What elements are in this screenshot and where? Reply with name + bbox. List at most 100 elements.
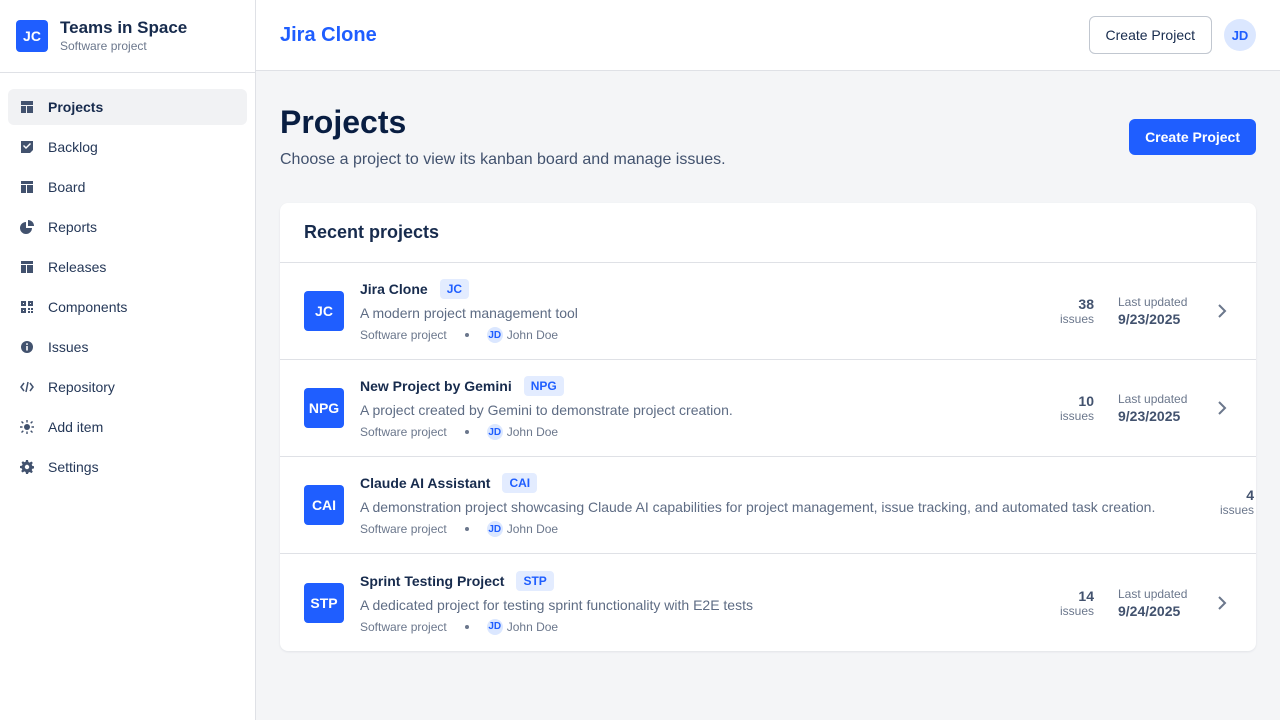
project-row[interactable]: JC Jira Clone JC A modern project manage… <box>280 263 1256 360</box>
separator-dot <box>464 527 469 531</box>
project-owner: John Doe <box>506 425 559 439</box>
project-owner: John Doe <box>506 328 559 342</box>
project-row[interactable]: NPG New Project by Gemini NPG A project … <box>280 360 1256 457</box>
project-stats: 14 issues Last updated 9/24/2025 <box>1044 587 1232 619</box>
project-name-line: Jira Clone JC <box>360 279 1044 299</box>
sidebar-item-issues[interactable]: Issues <box>8 329 247 365</box>
create-project-button-header[interactable]: Create Project <box>1088 16 1212 54</box>
issue-count: 38 issues <box>1044 296 1094 326</box>
info-icon <box>21 341 33 353</box>
chevron-right-icon[interactable] <box>1212 593 1232 613</box>
reports-icon <box>20 220 34 234</box>
page-subtitle: Choose a project to view its kanban boar… <box>280 151 726 168</box>
project-description: A dedicated project for testing sprint f… <box>360 596 753 613</box>
project-key-badge: JC <box>439 279 470 299</box>
sidebar-item-label: Backlog <box>48 139 98 155</box>
sidebar-item-label: Issues <box>48 339 89 355</box>
project-meta: Software project JD John Doe <box>360 424 1044 440</box>
board-icon <box>21 181 33 193</box>
project-icon: JC <box>304 291 344 331</box>
page-title: Projects <box>280 104 407 140</box>
project-owner: John Doe <box>506 522 559 536</box>
main-content: Projects Choose a project to view its ka… <box>256 71 1280 720</box>
project-description: A demonstration project showcasing Claud… <box>360 499 1156 515</box>
project-icon: CAI <box>304 485 344 525</box>
sidebar-item-releases[interactable]: Releases <box>8 249 247 285</box>
project-description: A project created by Gemini to demonstra… <box>360 402 733 418</box>
sidebar-item-backlog[interactable]: Backlog <box>8 129 247 165</box>
project-name[interactable]: Claude AI Assistant <box>360 475 490 491</box>
user-avatar[interactable]: JD <box>1224 19 1256 51</box>
issue-count-value: 38 <box>1078 296 1094 312</box>
project-icon: NPG <box>304 388 344 428</box>
chevron-right-icon[interactable] <box>1212 398 1232 418</box>
sidebar-item-add[interactable]: Add item <box>8 409 247 445</box>
projects-icon <box>21 101 33 113</box>
issue-count-value: 10 <box>1078 393 1094 409</box>
code-icon <box>20 381 34 393</box>
sidebar-item-repository[interactable]: Repository <box>8 369 247 405</box>
sidebar-item-settings[interactable]: Settings <box>8 449 247 485</box>
project-type: Software project <box>360 425 447 439</box>
separator-dot <box>464 333 469 337</box>
separator-dot <box>464 624 469 629</box>
owner-avatar: JD <box>486 521 503 537</box>
project-name[interactable]: New Project by Gemini <box>360 378 512 394</box>
project-type: Software project <box>360 619 447 634</box>
last-updated-date: 9/24/2025 <box>1118 602 1181 619</box>
issue-count-value: 14 <box>1078 587 1094 604</box>
sidebar-item-projects[interactable]: Projects <box>8 89 247 125</box>
project-description: A modern project management tool <box>360 305 578 321</box>
project-meta: Software project JD John Doe <box>360 521 1232 537</box>
project-name[interactable]: Sprint Testing Project <box>360 573 504 589</box>
issue-count-value: 4 <box>1246 487 1254 503</box>
last-updated-label: Last updated <box>1118 586 1188 601</box>
sidebar-nav: Projects Backlog Board Reports Releases … <box>0 73 255 505</box>
page-heading-group: Projects Choose a project to view its ka… <box>280 103 726 169</box>
issue-count: 14 issues <box>1044 588 1094 618</box>
last-updated: Last updated 9/24/2025 <box>1118 587 1192 619</box>
last-updated: Last updated 9/23/2025 <box>1118 392 1192 424</box>
project-meta: Software project JD John Doe <box>360 327 1044 343</box>
sidebar-item-reports[interactable]: Reports <box>8 209 247 245</box>
project-stats: 38 issues Last updated 9/23/2025 <box>1044 295 1232 327</box>
sidebar-item-board[interactable]: Board <box>8 169 247 205</box>
chevron-right-icon[interactable] <box>1212 301 1232 321</box>
sidebar-item-label: Reports <box>48 219 98 235</box>
sidebar-subtitle: Software project <box>60 39 147 53</box>
owner-avatar: JD <box>486 424 503 440</box>
issue-count-label: issues <box>1059 603 1094 618</box>
last-updated: Last updated 9/23/2025 <box>1118 295 1192 327</box>
sidebar-item-label: Projects <box>48 99 104 115</box>
top-bar: Jira Clone Create Project JD <box>256 0 1280 71</box>
create-project-button[interactable]: Create Project <box>1129 119 1256 155</box>
last-updated-date: 9/23/2025 <box>1118 408 1181 424</box>
sidebar-item-label: Releases <box>48 259 107 275</box>
project-row[interactable]: STP Sprint Testing Project STP A dedicat… <box>280 554 1256 651</box>
issue-count-label: issues <box>1219 503 1254 517</box>
sidebar-item-label: Settings <box>48 459 99 475</box>
sidebar-item-label: Board <box>48 179 86 195</box>
separator-dot <box>464 430 469 434</box>
top-actions: Create Project JD <box>1088 16 1256 54</box>
project-name[interactable]: Jira Clone <box>360 281 428 297</box>
project-logo[interactable]: JC <box>16 20 48 52</box>
owner-avatar: JD <box>486 618 503 635</box>
sidebar: JC Teams in Space Software project Proje… <box>0 0 256 720</box>
releases-icon <box>21 261 33 273</box>
brand-title[interactable]: Jira Clone <box>280 24 377 47</box>
project-stats: 10 issues Last updated 9/23/2025 <box>1044 392 1232 424</box>
project-info: Jira Clone JC A modern project managemen… <box>360 279 1044 343</box>
sidebar-item-label: Add item <box>48 419 104 435</box>
gear-icon <box>20 460 34 474</box>
project-row[interactable]: CAI Claude AI Assistant CAI A demonstrat… <box>280 457 1256 554</box>
issue-count: 10 issues <box>1044 393 1094 423</box>
sidebar-title-group: Teams in Space Software project <box>60 18 187 54</box>
sidebar-header: JC Teams in Space Software project <box>0 0 255 73</box>
issue-count-label: issues <box>1059 409 1094 423</box>
project-type: Software project <box>360 328 447 342</box>
sidebar-item-label: Repository <box>48 379 115 395</box>
project-meta: Software project JD John Doe <box>360 618 1044 635</box>
sidebar-item-components[interactable]: Components <box>8 289 247 325</box>
owner-avatar: JD <box>486 327 503 343</box>
